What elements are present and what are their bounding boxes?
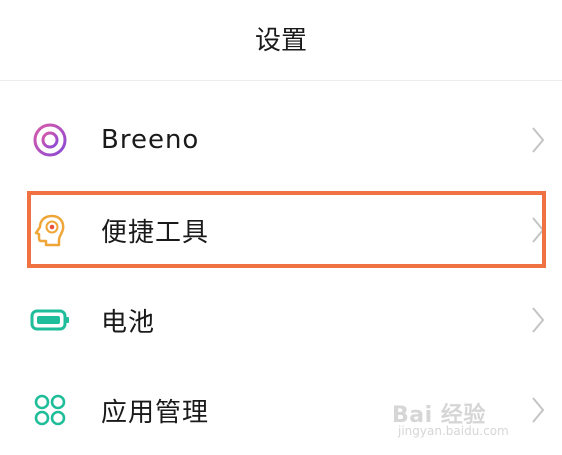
- settings-item-battery[interactable]: 电池: [0, 275, 562, 365]
- baidu-jingyan-watermark: Bai 经验 jingyan.baidu.com: [392, 397, 542, 441]
- chevron-right-icon: [532, 127, 545, 153]
- settings-screen: 设置 Breeno 便捷工具 电池 应用管理 Bai 经验 jingyan.ba…: [0, 0, 562, 455]
- settings-item-breeno[interactable]: Breeno: [0, 95, 562, 185]
- chevron-right-icon: [532, 217, 545, 243]
- settings-item-label: 电池: [101, 307, 156, 338]
- settings-item-label: Breeno: [101, 125, 200, 155]
- chevron-right-icon: [532, 307, 545, 333]
- header-bar: 设置: [0, 0, 562, 81]
- breeno-icon: [30, 120, 70, 160]
- battery-icon: [30, 300, 70, 340]
- app-management-icon: [30, 390, 70, 430]
- settings-item-label: 应用管理: [101, 397, 210, 428]
- settings-item-convenience-tools[interactable]: 便捷工具: [0, 185, 562, 275]
- convenience-tools-icon: [30, 210, 70, 250]
- settings-item-label: 便捷工具: [101, 217, 210, 248]
- page-title: 设置: [254, 25, 307, 56]
- watermark-url: jingyan.baidu.com: [398, 424, 509, 438]
